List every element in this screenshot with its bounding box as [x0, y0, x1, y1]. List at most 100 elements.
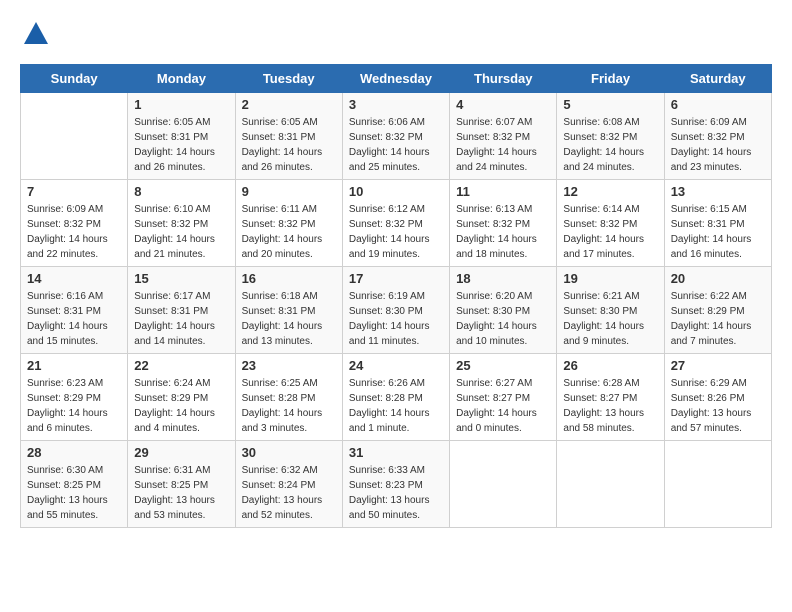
day-number: 6	[671, 97, 765, 112]
logo	[20, 20, 50, 48]
day-number: 29	[134, 445, 228, 460]
day-info: Sunrise: 6:33 AM Sunset: 8:23 PM Dayligh…	[349, 463, 443, 523]
day-number: 20	[671, 271, 765, 286]
week-row-5: 28 Sunrise: 6:30 AM Sunset: 8:25 PM Dayli…	[21, 441, 772, 528]
day-info: Sunrise: 6:08 AM Sunset: 8:32 PM Dayligh…	[563, 115, 657, 175]
week-row-4: 21Sunrise: 6:23 AM Sunset: 8:29 PM Dayli…	[21, 354, 772, 441]
day-number: 3	[349, 97, 443, 112]
day-number: 8	[134, 184, 228, 199]
header-tuesday: Tuesday	[235, 65, 342, 93]
week-row-1: 1 Sunrise: 6:05 AM Sunset: 8:31 PM Daylig…	[21, 93, 772, 180]
header-saturday: Saturday	[664, 65, 771, 93]
day-info: Sunrise: 6:09 AM Sunset: 8:32 PM Dayligh…	[671, 115, 765, 175]
day-info: Sunrise: 6:13 AM Sunset: 8:32 PM Dayligh…	[456, 202, 550, 262]
day-number: 14	[27, 271, 121, 286]
calendar-cell: 20 Sunrise: 6:22 AM Sunset: 8:29 PM Dayli…	[664, 267, 771, 354]
header-thursday: Thursday	[450, 65, 557, 93]
day-number: 19	[563, 271, 657, 286]
day-number: 15	[134, 271, 228, 286]
day-info: Sunrise: 6:19 AM Sunset: 8:30 PM Dayligh…	[349, 289, 443, 349]
day-info: Sunrise: 6:07 AM Sunset: 8:32 PM Dayligh…	[456, 115, 550, 175]
day-number: 28	[27, 445, 121, 460]
calendar-table: SundayMondayTuesdayWednesdayThursdayFrid…	[20, 64, 772, 528]
day-info: Sunrise: 6:10 AM Sunset: 8:32 PM Dayligh…	[134, 202, 228, 262]
day-number: 13	[671, 184, 765, 199]
calendar-cell	[21, 93, 128, 180]
logo-icon	[22, 20, 50, 48]
day-number: 12	[563, 184, 657, 199]
calendar-cell: 11 Sunrise: 6:13 AM Sunset: 8:32 PM Dayli…	[450, 180, 557, 267]
day-info: Sunrise: 6:24 AM Sunset: 8:29 PM Dayligh…	[134, 376, 228, 436]
calendar-cell: 22 Sunrise: 6:24 AM Sunset: 8:29 PM Dayli…	[128, 354, 235, 441]
day-info: Sunrise: 6:25 AM Sunset: 8:28 PM Dayligh…	[242, 376, 336, 436]
day-number: 5	[563, 97, 657, 112]
week-row-2: 7Sunrise: 6:09 AM Sunset: 8:32 PM Daylig…	[21, 180, 772, 267]
calendar-cell: 27 Sunrise: 6:29 AM Sunset: 8:26 PM Dayli…	[664, 354, 771, 441]
day-info: Sunrise: 6:21 AM Sunset: 8:30 PM Dayligh…	[563, 289, 657, 349]
calendar-cell: 10 Sunrise: 6:12 AM Sunset: 8:32 PM Dayli…	[342, 180, 449, 267]
calendar-cell: 3 Sunrise: 6:06 AM Sunset: 8:32 PM Daylig…	[342, 93, 449, 180]
day-number: 10	[349, 184, 443, 199]
day-number: 16	[242, 271, 336, 286]
day-info: Sunrise: 6:29 AM Sunset: 8:26 PM Dayligh…	[671, 376, 765, 436]
day-info: Sunrise: 6:28 AM Sunset: 8:27 PM Dayligh…	[563, 376, 657, 436]
calendar-cell: 28 Sunrise: 6:30 AM Sunset: 8:25 PM Dayli…	[21, 441, 128, 528]
day-number: 23	[242, 358, 336, 373]
calendar-cell: 9 Sunrise: 6:11 AM Sunset: 8:32 PM Daylig…	[235, 180, 342, 267]
calendar-cell	[450, 441, 557, 528]
day-info: Sunrise: 6:20 AM Sunset: 8:30 PM Dayligh…	[456, 289, 550, 349]
day-info: Sunrise: 6:27 AM Sunset: 8:27 PM Dayligh…	[456, 376, 550, 436]
calendar-cell: 12 Sunrise: 6:14 AM Sunset: 8:32 PM Dayli…	[557, 180, 664, 267]
day-info: Sunrise: 6:22 AM Sunset: 8:29 PM Dayligh…	[671, 289, 765, 349]
day-info: Sunrise: 6:06 AM Sunset: 8:32 PM Dayligh…	[349, 115, 443, 175]
day-info: Sunrise: 6:09 AM Sunset: 8:32 PM Dayligh…	[27, 202, 121, 262]
calendar-cell: 16 Sunrise: 6:18 AM Sunset: 8:31 PM Dayli…	[235, 267, 342, 354]
calendar-cell: 2 Sunrise: 6:05 AM Sunset: 8:31 PM Daylig…	[235, 93, 342, 180]
day-number: 26	[563, 358, 657, 373]
day-info: Sunrise: 6:32 AM Sunset: 8:24 PM Dayligh…	[242, 463, 336, 523]
day-info: Sunrise: 6:23 AM Sunset: 8:29 PM Dayligh…	[27, 376, 121, 436]
calendar-cell: 7Sunrise: 6:09 AM Sunset: 8:32 PM Daylig…	[21, 180, 128, 267]
calendar-cell: 1 Sunrise: 6:05 AM Sunset: 8:31 PM Daylig…	[128, 93, 235, 180]
day-info: Sunrise: 6:14 AM Sunset: 8:32 PM Dayligh…	[563, 202, 657, 262]
day-number: 9	[242, 184, 336, 199]
day-number: 30	[242, 445, 336, 460]
day-info: Sunrise: 6:17 AM Sunset: 8:31 PM Dayligh…	[134, 289, 228, 349]
calendar-cell: 18 Sunrise: 6:20 AM Sunset: 8:30 PM Dayli…	[450, 267, 557, 354]
day-number: 11	[456, 184, 550, 199]
calendar-cell: 24 Sunrise: 6:26 AM Sunset: 8:28 PM Dayli…	[342, 354, 449, 441]
day-info: Sunrise: 6:26 AM Sunset: 8:28 PM Dayligh…	[349, 376, 443, 436]
header-monday: Monday	[128, 65, 235, 93]
day-info: Sunrise: 6:12 AM Sunset: 8:32 PM Dayligh…	[349, 202, 443, 262]
day-number: 25	[456, 358, 550, 373]
day-number: 24	[349, 358, 443, 373]
page-header	[20, 20, 772, 48]
calendar-cell: 8 Sunrise: 6:10 AM Sunset: 8:32 PM Daylig…	[128, 180, 235, 267]
calendar-cell: 25 Sunrise: 6:27 AM Sunset: 8:27 PM Dayli…	[450, 354, 557, 441]
calendar-cell: 23 Sunrise: 6:25 AM Sunset: 8:28 PM Dayli…	[235, 354, 342, 441]
calendar-cell: 26 Sunrise: 6:28 AM Sunset: 8:27 PM Dayli…	[557, 354, 664, 441]
day-info: Sunrise: 6:30 AM Sunset: 8:25 PM Dayligh…	[27, 463, 121, 523]
header-sunday: Sunday	[21, 65, 128, 93]
day-number: 1	[134, 97, 228, 112]
calendar-cell	[664, 441, 771, 528]
day-info: Sunrise: 6:18 AM Sunset: 8:31 PM Dayligh…	[242, 289, 336, 349]
day-number: 18	[456, 271, 550, 286]
day-info: Sunrise: 6:05 AM Sunset: 8:31 PM Dayligh…	[242, 115, 336, 175]
day-info: Sunrise: 6:05 AM Sunset: 8:31 PM Dayligh…	[134, 115, 228, 175]
calendar-cell: 14 Sunrise: 6:16 AM Sunset: 8:31 PM Dayli…	[21, 267, 128, 354]
day-info: Sunrise: 6:31 AM Sunset: 8:25 PM Dayligh…	[134, 463, 228, 523]
day-info: Sunrise: 6:16 AM Sunset: 8:31 PM Dayligh…	[27, 289, 121, 349]
day-number: 27	[671, 358, 765, 373]
day-info: Sunrise: 6:11 AM Sunset: 8:32 PM Dayligh…	[242, 202, 336, 262]
day-number: 2	[242, 97, 336, 112]
calendar-cell: 29 Sunrise: 6:31 AM Sunset: 8:25 PM Dayli…	[128, 441, 235, 528]
header-friday: Friday	[557, 65, 664, 93]
day-number: 22	[134, 358, 228, 373]
calendar-cell: 31Sunrise: 6:33 AM Sunset: 8:23 PM Dayli…	[342, 441, 449, 528]
calendar-cell: 6 Sunrise: 6:09 AM Sunset: 8:32 PM Daylig…	[664, 93, 771, 180]
calendar-cell: 21Sunrise: 6:23 AM Sunset: 8:29 PM Dayli…	[21, 354, 128, 441]
calendar-cell: 13Sunrise: 6:15 AM Sunset: 8:31 PM Dayli…	[664, 180, 771, 267]
calendar-cell: 4Sunrise: 6:07 AM Sunset: 8:32 PM Daylig…	[450, 93, 557, 180]
week-row-3: 14 Sunrise: 6:16 AM Sunset: 8:31 PM Dayli…	[21, 267, 772, 354]
